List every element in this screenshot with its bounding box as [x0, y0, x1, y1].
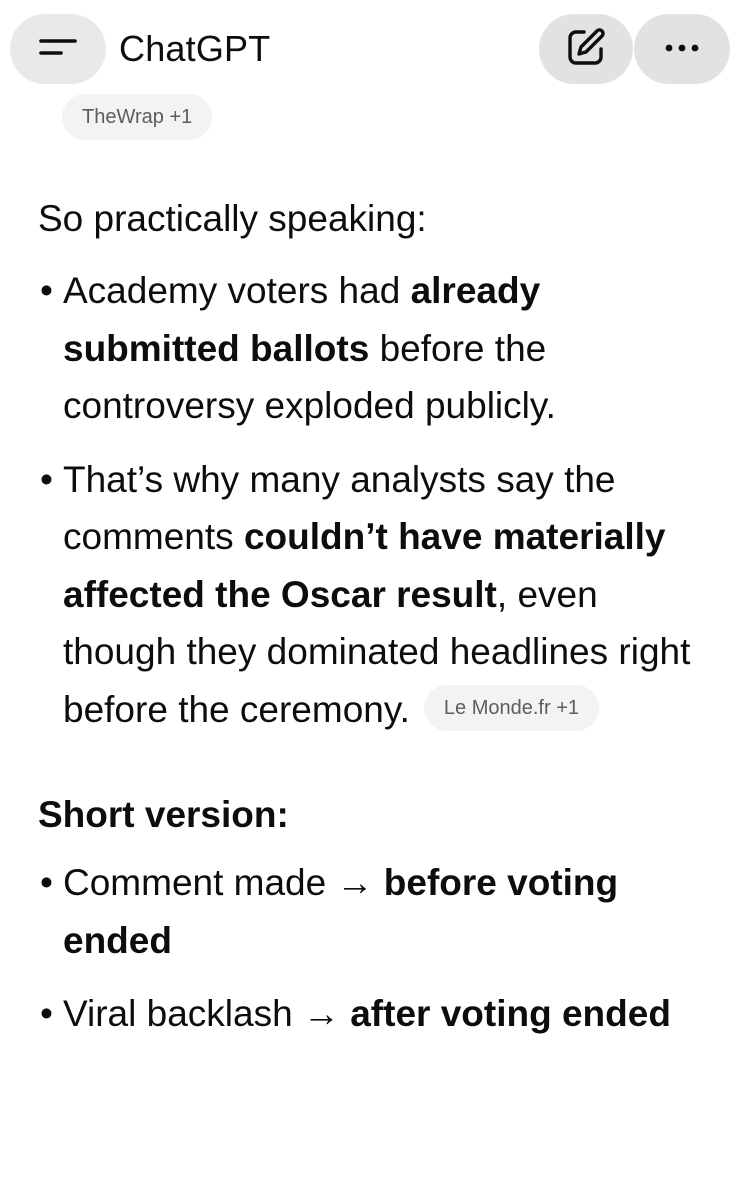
section-heading: Short version:	[38, 794, 289, 835]
intro-text: So practically speaking:	[38, 198, 427, 239]
app-title[interactable]: ChatGPT	[119, 26, 270, 72]
bullet-dot: •	[40, 993, 53, 1034]
list-item: • That’s why many analysts say the commen…	[38, 451, 708, 739]
bullet-dot: •	[40, 270, 53, 311]
assistant-message: So practically speaking: • Academy voters…	[38, 190, 708, 1059]
bullet-dot: •	[40, 458, 53, 500]
menu-icon	[38, 34, 78, 65]
bullet-dot: •	[40, 862, 53, 903]
item-bold-text: after voting ended	[350, 993, 671, 1034]
list-item: • Viral backlash → after voting ended	[38, 985, 708, 1043]
menu-button[interactable]	[10, 14, 106, 84]
item-text: Academy voters had	[63, 270, 411, 311]
more-options-button[interactable]	[634, 14, 730, 84]
new-chat-button[interactable]	[539, 14, 633, 84]
item-text: Comment made →	[63, 862, 384, 903]
list-item: • Academy voters had already submitted ba…	[38, 262, 708, 435]
source-chip[interactable]: Le Monde.fr +1	[423, 684, 599, 731]
list-item: • Comment made → before voting ended	[38, 854, 708, 969]
bullet-list: • Academy voters had already submitted ba…	[38, 262, 708, 738]
more-dots-icon	[664, 40, 700, 58]
item-text: Viral backlash →	[63, 993, 351, 1034]
top-bar: ChatGPT	[0, 0, 741, 100]
source-chip[interactable]: TheWrap +1	[62, 94, 213, 140]
edit-icon	[564, 25, 608, 74]
bullet-list: • Comment made → before voting ended • Vir…	[38, 854, 708, 1043]
